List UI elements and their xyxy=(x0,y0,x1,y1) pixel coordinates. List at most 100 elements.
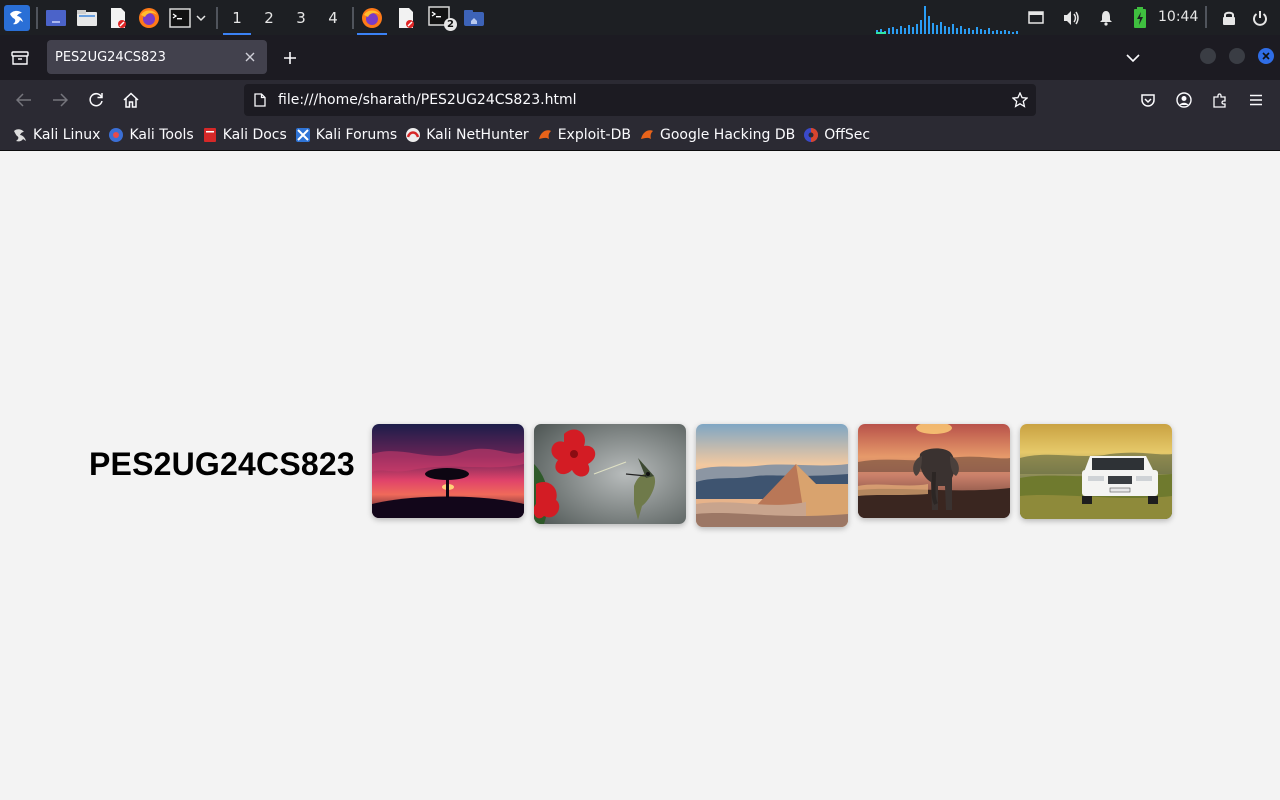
text-editor-icon[interactable] xyxy=(106,6,130,30)
image-sunset-tree xyxy=(372,424,524,518)
home-folder-icon xyxy=(464,9,484,26)
home-icon xyxy=(123,92,139,108)
reload-icon xyxy=(89,92,103,107)
bookmark-kali-nethunter[interactable]: Kali NetHunter xyxy=(403,123,534,147)
kali-forums-icon xyxy=(295,128,310,142)
battery-icon xyxy=(1130,0,1150,35)
home-button[interactable] xyxy=(115,84,147,116)
bookmark-exploit-db[interactable]: Exploit-DB xyxy=(535,123,637,147)
taskbar-terminal-window[interactable]: 2 xyxy=(423,0,457,35)
bookmark-google-hacking-db[interactable]: Google Hacking DB xyxy=(637,123,801,147)
minimize-button[interactable] xyxy=(1200,48,1216,64)
image-white-suv xyxy=(1020,424,1172,519)
extensions-button[interactable] xyxy=(1204,84,1236,116)
close-icon xyxy=(245,52,255,62)
taskbar-editor-window[interactable] xyxy=(389,0,423,35)
workspace-4[interactable]: 4 xyxy=(317,0,349,35)
bookmark-kali-docs[interactable]: Kali Docs xyxy=(200,123,293,147)
display-settings-icon[interactable] xyxy=(1026,0,1046,35)
file-manager-icon[interactable] xyxy=(75,6,99,30)
panel-separator xyxy=(1205,6,1207,28)
volume-icon[interactable] xyxy=(1061,0,1081,35)
clock[interactable]: 10:44 xyxy=(1158,0,1198,35)
account-button[interactable] xyxy=(1168,84,1200,116)
firefox-launcher-icon[interactable] xyxy=(137,6,161,30)
panel-separator xyxy=(216,6,218,29)
reload-button[interactable] xyxy=(80,84,112,116)
firefox-view-button[interactable] xyxy=(8,35,32,80)
panel-separator xyxy=(352,6,354,29)
star-icon xyxy=(1012,92,1028,108)
system-panel: 1 2 3 4 2 10:44 xyxy=(0,0,1280,35)
close-window-button[interactable] xyxy=(1258,48,1274,64)
pocket-button[interactable] xyxy=(1132,84,1164,116)
list-all-tabs-button[interactable] xyxy=(1122,35,1144,80)
firefox-view-icon xyxy=(11,50,29,65)
bookmark-kali-linux[interactable]: Kali Linux xyxy=(10,123,106,147)
arrow-left-icon xyxy=(16,93,31,107)
workspace-1[interactable]: 1 xyxy=(221,0,253,35)
workspace-label: 4 xyxy=(328,8,338,27)
kali-menu-icon[interactable] xyxy=(4,4,30,31)
terminal-launcher-icon[interactable] xyxy=(168,6,192,30)
bookmark-kali-tools[interactable]: Kali Tools xyxy=(106,123,199,147)
workspace-3[interactable]: 3 xyxy=(285,0,317,35)
image-mountain-ridge xyxy=(696,424,848,527)
bookmark-label: OffSec xyxy=(824,127,871,143)
arrow-right-icon xyxy=(53,93,68,107)
ghdb-icon xyxy=(640,130,653,139)
bookmark-label: Kali Forums xyxy=(315,127,398,143)
account-icon xyxy=(1176,92,1192,108)
workspace-label: 2 xyxy=(264,8,274,27)
notifications-icon[interactable] xyxy=(1096,0,1116,35)
bookmark-label: Kali NetHunter xyxy=(426,127,529,143)
bookmark-label: Google Hacking DB xyxy=(659,127,796,143)
tab-close-button[interactable] xyxy=(241,48,259,66)
kali-tools-icon xyxy=(109,128,124,142)
workspace-label: 1 xyxy=(232,8,242,27)
taskbar-firefox-window[interactable] xyxy=(355,0,389,35)
url-text[interactable]: file:///home/sharath/PES2UG24CS823.html xyxy=(278,84,576,116)
close-icon xyxy=(1262,52,1270,60)
kali-nethunter-icon xyxy=(406,128,421,142)
workspace-2[interactable]: 2 xyxy=(253,0,285,35)
page-icon xyxy=(254,93,266,107)
taskbar-home-window[interactable] xyxy=(457,0,491,35)
url-bar[interactable]: file:///home/sharath/PES2UG24CS823.html xyxy=(244,84,1036,116)
bookmarks-toolbar: Kali Linux Kali Tools Kali Docs Kali For… xyxy=(0,120,1280,151)
power-icon[interactable] xyxy=(1250,0,1270,35)
back-button[interactable] xyxy=(8,84,40,116)
navigation-toolbar: file:///home/sharath/PES2UG24CS823.html xyxy=(0,80,1280,120)
page-heading: PES2UG24CS823 xyxy=(89,446,355,482)
lock-screen-icon[interactable] xyxy=(1219,0,1239,35)
pocket-icon xyxy=(1141,94,1155,107)
new-tab-button[interactable] xyxy=(278,35,302,80)
kali-docs-icon xyxy=(203,128,216,142)
workspace-label: 3 xyxy=(296,8,306,27)
image-hibiscus-hummingbird xyxy=(534,424,686,524)
launcher-dropdown-icon[interactable] xyxy=(194,0,208,35)
forward-button[interactable] xyxy=(44,84,76,116)
puzzle-icon xyxy=(1213,93,1226,108)
bookmark-label: Exploit-DB xyxy=(557,127,631,143)
panel-separator xyxy=(36,6,38,29)
bookmark-label: Kali Tools xyxy=(129,127,194,143)
maximize-button[interactable] xyxy=(1229,48,1245,64)
tab-active[interactable]: PES2UG24CS823 xyxy=(47,40,267,74)
chevron-down-icon xyxy=(1126,53,1140,62)
page-content: PES2UG24CS823 xyxy=(0,152,1280,800)
bookmark-label: Kali Linux xyxy=(33,127,101,143)
cpu-graph xyxy=(876,6,1018,34)
tab-bar: PES2UG24CS823 xyxy=(0,35,1280,80)
terminal-count-badge: 2 xyxy=(444,18,457,31)
hamburger-icon xyxy=(1250,94,1262,106)
kali-dragon-icon xyxy=(14,129,26,142)
bookmark-kali-forums[interactable]: Kali Forums xyxy=(293,123,403,147)
text-editor-icon xyxy=(399,7,414,28)
menu-button[interactable] xyxy=(1240,84,1272,116)
bookmark-offsec[interactable]: OffSec xyxy=(801,123,876,147)
show-desktop-icon[interactable] xyxy=(44,6,68,30)
exploit-db-icon xyxy=(538,130,551,139)
bookmark-label: Kali Docs xyxy=(222,127,287,143)
bookmark-star-button[interactable] xyxy=(1010,90,1030,110)
